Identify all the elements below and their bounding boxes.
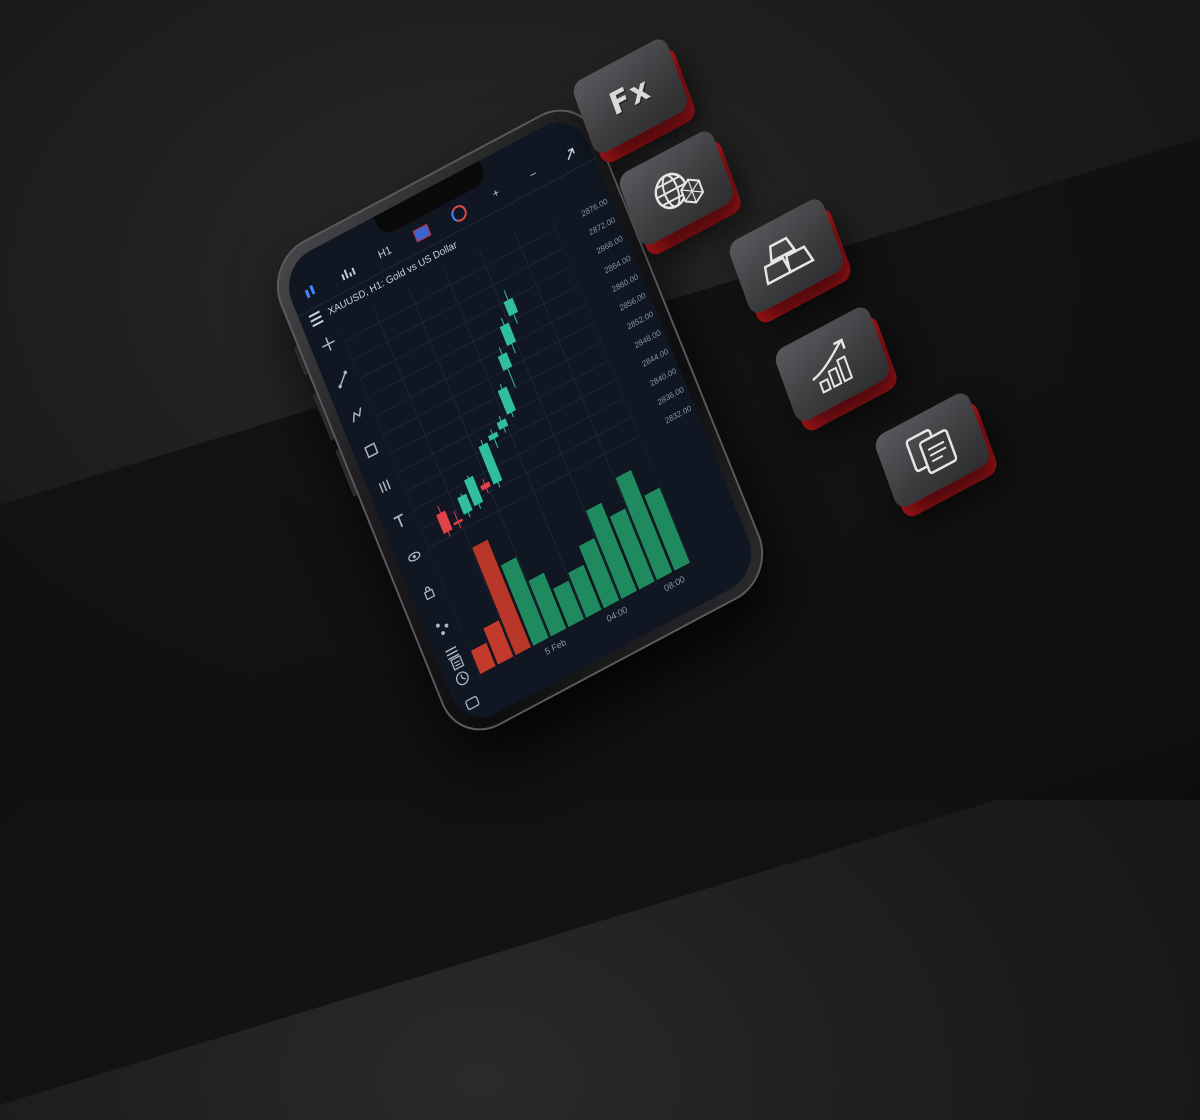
clock-icon (448, 202, 470, 225)
menu-icon[interactable] (308, 310, 324, 328)
eye-icon (408, 551, 421, 562)
candle-body (487, 431, 499, 441)
price-tick-label: 2864.00 (602, 253, 632, 276)
grid-line (412, 397, 625, 511)
price-tick-label: 2832.00 (663, 403, 693, 426)
flag-icon (412, 223, 432, 243)
growth-chart-icon (812, 338, 854, 394)
grid-line (405, 378, 618, 493)
candles-icon (304, 284, 316, 299)
indicators-icon (341, 267, 356, 281)
trendline-tool[interactable] (331, 367, 354, 392)
price-tick-label: 2872.00 (587, 215, 617, 238)
candle-body (497, 386, 516, 415)
crosshair-icon (321, 337, 335, 351)
price-tick-label: 2848.00 (633, 328, 663, 351)
text-tool[interactable] (389, 509, 412, 534)
grid-line (367, 284, 580, 399)
lock-tool[interactable] (417, 579, 440, 604)
text-icon (393, 513, 404, 528)
fibonacci-icon (378, 479, 391, 494)
gold-bars-icon (763, 236, 815, 286)
candle-body (457, 493, 473, 515)
price-tick-label: 2836.00 (656, 384, 686, 407)
expand-icon (567, 147, 575, 161)
globe-crypto-icon (654, 172, 705, 210)
candle-body (480, 481, 491, 491)
grid-line (382, 322, 595, 436)
grid-line (374, 303, 587, 417)
polyline-icon (352, 407, 362, 423)
price-tick-label: 2860.00 (610, 271, 640, 294)
price-tick-label: 2868.00 (595, 234, 625, 257)
visibility-tool[interactable] (403, 544, 426, 569)
price-tick-label: 2844.00 (640, 347, 670, 370)
fx-label: Fx (604, 69, 656, 124)
candle-body (496, 418, 509, 431)
crosshair-tool[interactable] (317, 331, 340, 356)
price-tick-label: 2840.00 (648, 365, 678, 388)
price-tick-label: 2856.00 (618, 290, 648, 313)
fibonacci-tool[interactable] (374, 473, 397, 498)
shape-tool[interactable] (360, 438, 383, 463)
candle-body (503, 297, 519, 317)
price-tick-label: 2852.00 (625, 309, 655, 332)
objects-tool[interactable] (432, 615, 455, 640)
documents-icon (905, 429, 958, 475)
shape-icon (364, 442, 379, 459)
lock-icon (423, 586, 436, 601)
candle-body (497, 352, 513, 371)
price-tick-label: 2876.00 (580, 196, 610, 219)
grid-line (397, 359, 610, 474)
candle-body (478, 442, 503, 485)
polyline-tool[interactable] (346, 402, 369, 427)
trendline-icon (338, 370, 347, 389)
objects-icon (435, 623, 449, 636)
